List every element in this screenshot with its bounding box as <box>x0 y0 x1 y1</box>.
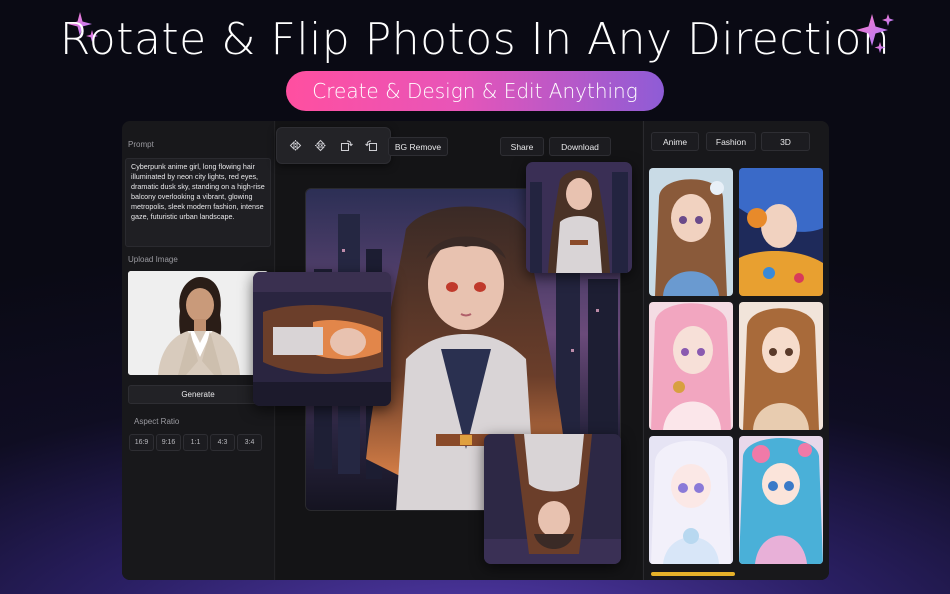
portrait-photo <box>128 271 268 375</box>
prompt-label: Prompt <box>128 140 154 149</box>
style-gallery-panel: Anime Fashion 3D <box>643 121 829 580</box>
aspect-ratio-label: Aspect Ratio <box>134 417 180 426</box>
flipped-preview-card-top[interactable] <box>526 162 632 273</box>
ratio-1-1-button[interactable]: 1:1 <box>183 434 208 451</box>
bg-remove-button[interactable]: BG Remove <box>388 137 448 156</box>
aspect-ratio-group: 16:9 9:16 1:1 4:3 3:4 <box>129 434 262 451</box>
gallery-item[interactable] <box>739 302 823 430</box>
category-fashion-tab[interactable]: Fashion <box>706 132 756 151</box>
gallery-item[interactable] <box>739 168 823 296</box>
upload-image[interactable] <box>128 271 268 375</box>
rotated-preview-card[interactable] <box>253 272 391 406</box>
app-window: Prompt Cyberpunk anime girl, long flowin… <box>122 121 829 580</box>
flipped-artwork-top <box>526 162 632 273</box>
hero-title: Rotate & Flip Photos In Any Direction <box>59 14 891 65</box>
transform-toolbar <box>276 127 391 164</box>
gallery-item[interactable] <box>649 168 733 296</box>
download-button[interactable]: Download <box>549 137 611 156</box>
category-3d-tab[interactable]: 3D <box>761 132 810 151</box>
gallery-item[interactable] <box>739 436 823 564</box>
flipped-preview-card-bottom[interactable] <box>484 434 621 564</box>
rotate-right-icon[interactable] <box>338 138 354 154</box>
flip-horizontal-icon[interactable] <box>288 138 304 154</box>
generate-button[interactable]: Generate <box>128 385 268 404</box>
ratio-3-4-button[interactable]: 3:4 <box>237 434 262 451</box>
flipped-artwork-bottom <box>484 434 621 564</box>
gallery-item-partial <box>651 572 735 576</box>
ratio-16-9-button[interactable]: 16:9 <box>129 434 154 451</box>
share-button[interactable]: Share <box>500 137 544 156</box>
subtitle-pill: Create & Design & Edit Anything <box>286 71 664 111</box>
rotated-artwork <box>253 272 391 406</box>
gallery-item[interactable] <box>649 302 733 430</box>
ratio-4-3-button[interactable]: 4:3 <box>210 434 235 451</box>
flip-vertical-icon[interactable] <box>313 138 329 154</box>
ratio-9-16-button[interactable]: 9:16 <box>156 434 181 451</box>
upload-label: Upload Image <box>128 255 178 264</box>
gallery-item[interactable] <box>649 436 733 564</box>
prompt-input[interactable]: Cyberpunk anime girl, long flowing hair … <box>125 158 271 247</box>
rotate-left-icon[interactable] <box>363 138 379 154</box>
sparkle-icon <box>856 14 894 53</box>
category-anime-tab[interactable]: Anime <box>651 132 699 151</box>
